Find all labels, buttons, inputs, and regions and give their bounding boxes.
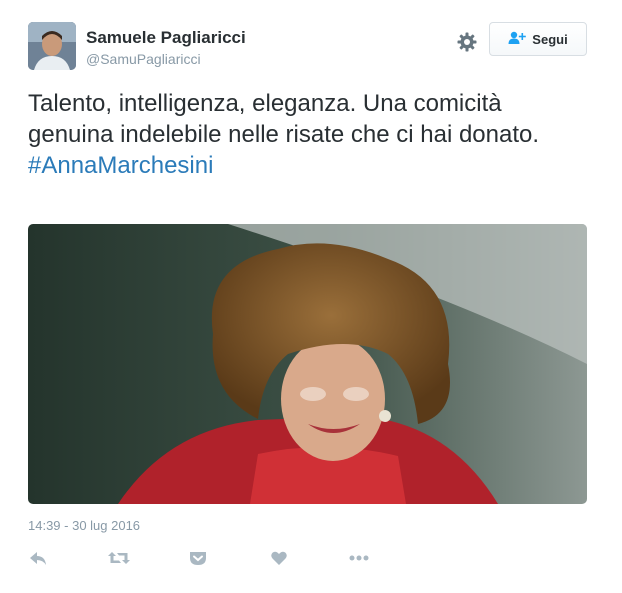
tweet-body: Talento, intelligenza, eleganza. Una com… [28, 90, 540, 148]
retweet-icon[interactable] [107, 548, 131, 568]
tweet-actions [0, 548, 622, 568]
gear-icon[interactable] [455, 30, 479, 54]
tweet-timestamp[interactable]: 14:39 - 30 lug 2016 [28, 518, 140, 533]
tweet-text: Talento, intelligenza, eleganza. Una com… [28, 88, 588, 181]
author-name[interactable]: Samuele Pagliaricci [86, 28, 246, 48]
heart-icon[interactable] [270, 548, 288, 568]
pocket-icon[interactable] [189, 548, 207, 568]
hashtag-link[interactable]: #AnnaMarchesini [28, 150, 588, 181]
reply-icon[interactable] [29, 548, 47, 568]
more-dots-icon[interactable] [348, 548, 370, 568]
author-handle[interactable]: @SamuPagliaricci [86, 51, 201, 67]
avatar[interactable] [28, 22, 76, 70]
follow-label: Segui [532, 31, 568, 47]
tweet-photo[interactable] [28, 224, 587, 504]
add-user-icon [508, 31, 527, 48]
follow-button[interactable]: Segui [489, 22, 587, 56]
